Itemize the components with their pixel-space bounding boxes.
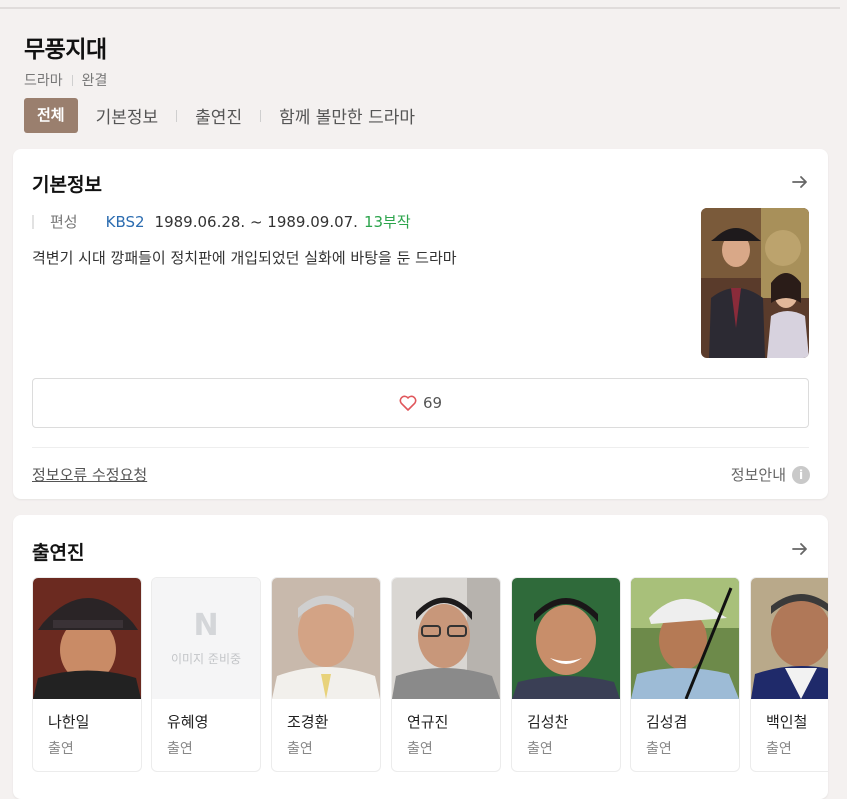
cast-list: 나한일 출연 N 이미지 준비중 유혜영 출연 조경환 출연 연규진 출연 김성…	[32, 577, 828, 772]
cast-role: 출연	[407, 741, 433, 757]
tab-separator	[176, 109, 178, 122]
cast-item[interactable]: N 이미지 준비중 유혜영 출연	[151, 577, 261, 772]
cast-role: 출연	[646, 741, 672, 757]
page-title: 무풍지대	[24, 37, 107, 63]
tab-bar: 전체 기본정보 출연진 함께 볼만한 드라마	[24, 98, 415, 133]
cast-photo	[392, 578, 500, 699]
drama-poster[interactable]	[701, 208, 809, 358]
basic-info-heading: 기본정보	[32, 174, 102, 196]
cast-name: 김성찬	[527, 713, 569, 731]
cast-name: 나한일	[48, 713, 90, 731]
genre-label: 드라마	[24, 73, 63, 89]
naver-logo-icon: N	[193, 608, 219, 643]
cast-card: 출연진 나한일 출연 N 이미지 준비중 유혜영 출연 조경환 출연 연규진 출…	[13, 515, 828, 799]
cast-heading: 출연진	[32, 542, 85, 564]
cast-item[interactable]: 조경환 출연	[271, 577, 381, 772]
meta-separator	[71, 74, 73, 86]
cast-role: 출연	[527, 741, 553, 757]
cast-item[interactable]: 나한일 출연	[32, 577, 142, 772]
cast-role: 출연	[48, 741, 74, 757]
broadcast-dates: 1989.06.28. ~ 1989.09.07.	[154, 212, 358, 231]
cast-photo	[631, 578, 739, 699]
card-divider	[32, 447, 809, 448]
broadcast-info-row: 편성 KBS2 1989.06.28. ~ 1989.09.07. 13부작	[32, 211, 411, 232]
tab-basic-info[interactable]: 기본정보	[96, 103, 159, 128]
cast-item[interactable]: 김성찬 출연	[511, 577, 621, 772]
cast-name: 연규진	[407, 713, 449, 731]
cast-photo-placeholder: N 이미지 준비중	[152, 578, 260, 699]
tab-cast[interactable]: 출연진	[195, 103, 242, 128]
cast-photo	[751, 578, 828, 699]
report-error-link[interactable]: 정보오류 수정요청	[32, 464, 147, 485]
tab-separator	[260, 109, 262, 122]
cast-name: 백인철	[766, 713, 808, 731]
cast-role: 출연	[167, 741, 193, 757]
cast-item[interactable]: 백인철 출연	[750, 577, 828, 772]
info-guide-label: 정보안내	[730, 466, 786, 484]
arrow-right-icon[interactable]	[790, 172, 810, 192]
basic-info-card: 기본정보 편성 KBS2 1989.06.28. ~ 1989.09.07. 1…	[13, 149, 828, 499]
heart-icon	[399, 395, 417, 411]
cast-item[interactable]: 연규진 출연	[391, 577, 501, 772]
status-label: 완결	[81, 73, 108, 89]
channel-link[interactable]: KBS2	[106, 213, 145, 231]
cast-name: 김성겸	[646, 713, 688, 731]
cast-name: 조경환	[287, 713, 329, 731]
episode-count: 13부작	[363, 213, 411, 231]
like-count: 69	[422, 394, 443, 412]
tab-all[interactable]: 전체	[24, 98, 78, 133]
cast-name: 유혜영	[167, 713, 209, 731]
cast-role: 출연	[766, 741, 792, 757]
cast-photo	[512, 578, 620, 699]
top-divider	[0, 7, 840, 9]
info-icon: i	[792, 465, 810, 484]
like-button[interactable]: 69	[32, 378, 809, 428]
cast-item[interactable]: 김성겸 출연	[630, 577, 740, 772]
info-guide-link[interactable]: 정보안내 i	[731, 464, 810, 485]
tab-related-dramas[interactable]: 함께 볼만한 드라마	[279, 103, 415, 128]
broadcast-label: 편성	[50, 213, 78, 231]
cast-photo	[33, 578, 141, 699]
meta-row: 드라마 완결	[24, 70, 107, 90]
cast-role: 출연	[287, 741, 313, 757]
info-bullet	[32, 214, 34, 229]
arrow-right-icon[interactable]	[790, 539, 810, 559]
synopsis: 격변기 시대 깡패들이 정치판에 개입되었던 실화에 바탕을 둔 드라마	[32, 249, 457, 267]
image-pending-text: 이미지 준비중	[170, 652, 242, 666]
page-header: 무풍지대	[24, 30, 107, 64]
cast-photo	[272, 578, 380, 699]
